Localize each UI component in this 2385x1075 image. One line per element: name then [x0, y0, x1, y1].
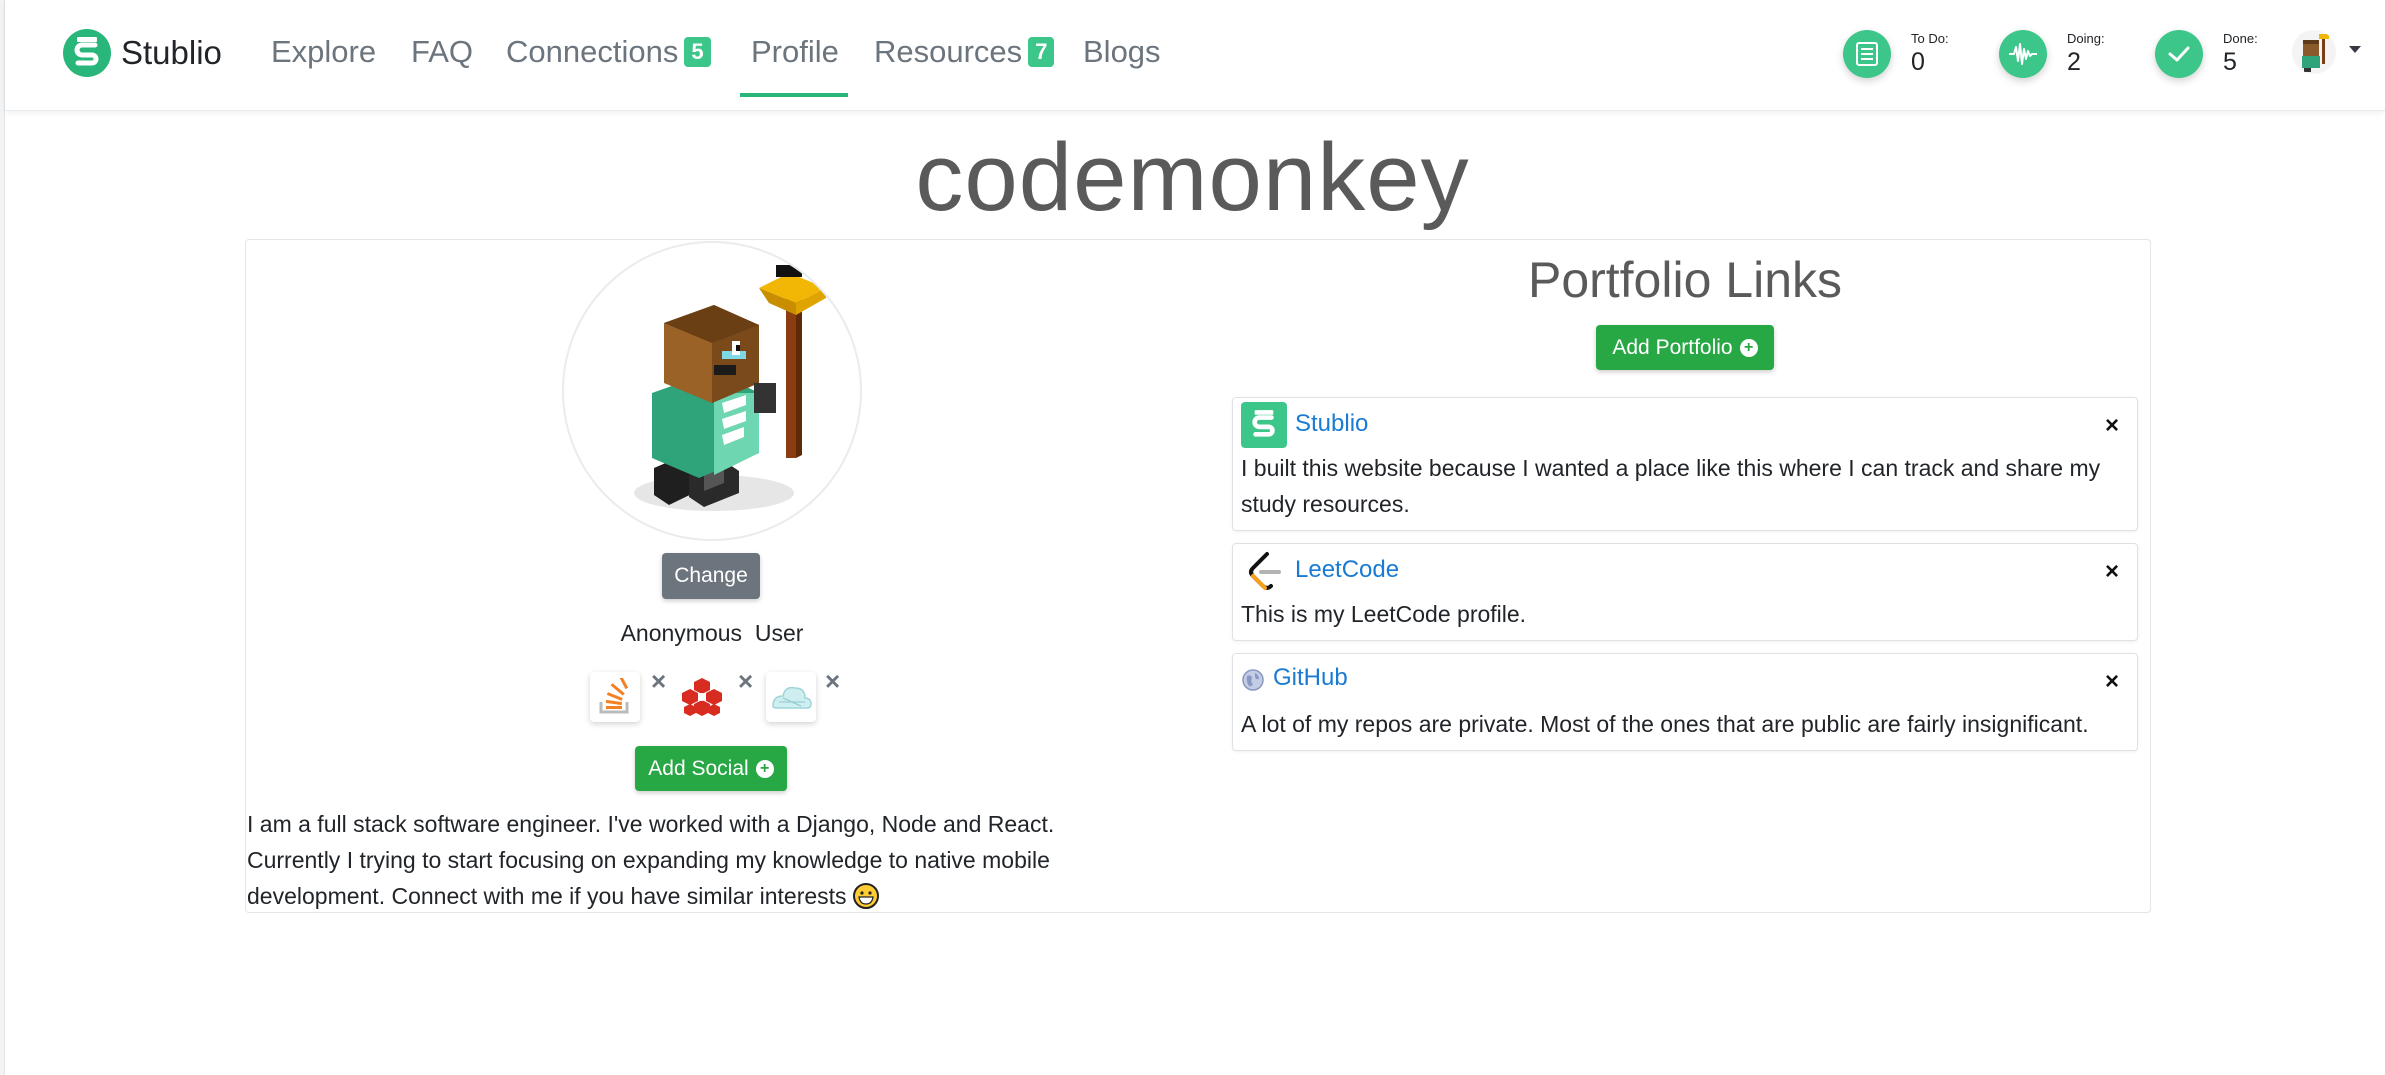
stat-done-label: Done:	[2223, 31, 2258, 46]
portfolio-link-description: I built this website because I wanted a …	[1241, 455, 2101, 517]
profile-bio-text: I am a full stack software engineer. I'v…	[247, 811, 1055, 909]
globe-icon	[1241, 668, 1265, 692]
portfolio-link-title[interactable]: LeetCode	[1295, 556, 1399, 584]
add-portfolio-button[interactable]: Add Portfolio +	[1596, 325, 1774, 370]
nav-resources-label: Resources	[874, 34, 1023, 69]
redis-icon[interactable]	[677, 672, 727, 722]
stat-doing-label: Doing:	[2067, 31, 2105, 46]
portfolio-link-github: GitHub × A lot of my repos are private. …	[1232, 653, 2138, 751]
profile-full-name: Anonymous User	[620, 620, 804, 646]
change-avatar-button[interactable]: Change	[662, 553, 760, 599]
resources-count-badge: 7	[1028, 37, 1055, 67]
portfolio-link-leetcode: LeetCode × This is my LeetCode profile.	[1232, 543, 2138, 641]
add-social-button[interactable]: Add Social +	[635, 746, 787, 791]
stat-doing-value: 2	[2067, 48, 2081, 76]
remove-portfolio-close-icon[interactable]: ×	[2105, 412, 2119, 440]
stublio-logo-icon	[1241, 402, 1287, 448]
leetcode-icon	[1241, 548, 1287, 594]
stat-todo-value: 0	[1911, 48, 1925, 76]
cloud-icon[interactable]	[766, 672, 816, 722]
caret-down-icon[interactable]	[2349, 46, 2361, 53]
nav-profile[interactable]: Profile	[751, 30, 839, 74]
user-avatar-menu[interactable]	[2292, 30, 2336, 74]
stackoverflow-icon[interactable]	[590, 672, 640, 722]
brand[interactable]: Stublio	[63, 27, 222, 79]
remove-social-1-close-icon[interactable]: ×	[651, 668, 666, 694]
nav-faq[interactable]: FAQ	[411, 30, 473, 74]
remove-social-2-close-icon[interactable]: ×	[738, 668, 753, 694]
add-portfolio-label: Add Portfolio	[1612, 335, 1733, 359]
add-social-label: Add Social	[648, 756, 749, 780]
list-icon	[1843, 30, 1891, 78]
stat-doing[interactable]: Doing: 2	[1999, 26, 2105, 82]
portfolio-link-description: A lot of my repos are private. Most of t…	[1241, 711, 2089, 737]
profile-bio: I am a full stack software engineer. I'v…	[247, 806, 1107, 914]
portfolio-link-title[interactable]: GitHub	[1273, 664, 1348, 692]
stat-todo[interactable]: To Do: 0	[1843, 26, 1949, 82]
portfolio-link-stublio: Stublio × I built this website because I…	[1232, 397, 2138, 531]
nav-explore[interactable]: Explore	[271, 30, 376, 74]
nav-blogs[interactable]: Blogs	[1083, 30, 1161, 74]
stat-done-value: 5	[2223, 48, 2237, 76]
nav-resources[interactable]: Resources 7	[874, 30, 1055, 74]
stat-todo-label: To Do:	[1911, 31, 1949, 46]
stat-done[interactable]: Done: 5	[2155, 26, 2258, 82]
remove-portfolio-close-icon[interactable]: ×	[2105, 668, 2119, 696]
grinning-emoji-icon	[852, 883, 879, 909]
top-navbar: Stublio Explore FAQ Connections 5 Profile…	[5, 0, 2385, 111]
profile-avatar	[562, 241, 862, 541]
plus-circle-icon: +	[755, 759, 774, 778]
profile-username: codemonkey	[915, 124, 1470, 231]
remove-portfolio-close-icon[interactable]: ×	[2105, 558, 2119, 586]
nav-connections-label: Connections	[506, 34, 679, 69]
remove-social-3-close-icon[interactable]: ×	[825, 668, 840, 694]
connections-count-badge: 5	[684, 37, 711, 67]
brand-name: Stublio	[121, 34, 222, 71]
stublio-logo-icon	[63, 29, 111, 77]
plus-circle-icon: +	[1739, 338, 1758, 357]
nav-connections[interactable]: Connections 5	[506, 30, 711, 74]
waveform-icon	[1999, 30, 2047, 78]
portfolio-link-description: This is my LeetCode profile.	[1241, 601, 1527, 627]
active-tab-indicator	[740, 93, 848, 97]
check-icon	[2155, 30, 2203, 78]
portfolio-links-title: Portfolio Links	[1527, 252, 1843, 308]
portfolio-link-title[interactable]: Stublio	[1295, 410, 1368, 438]
